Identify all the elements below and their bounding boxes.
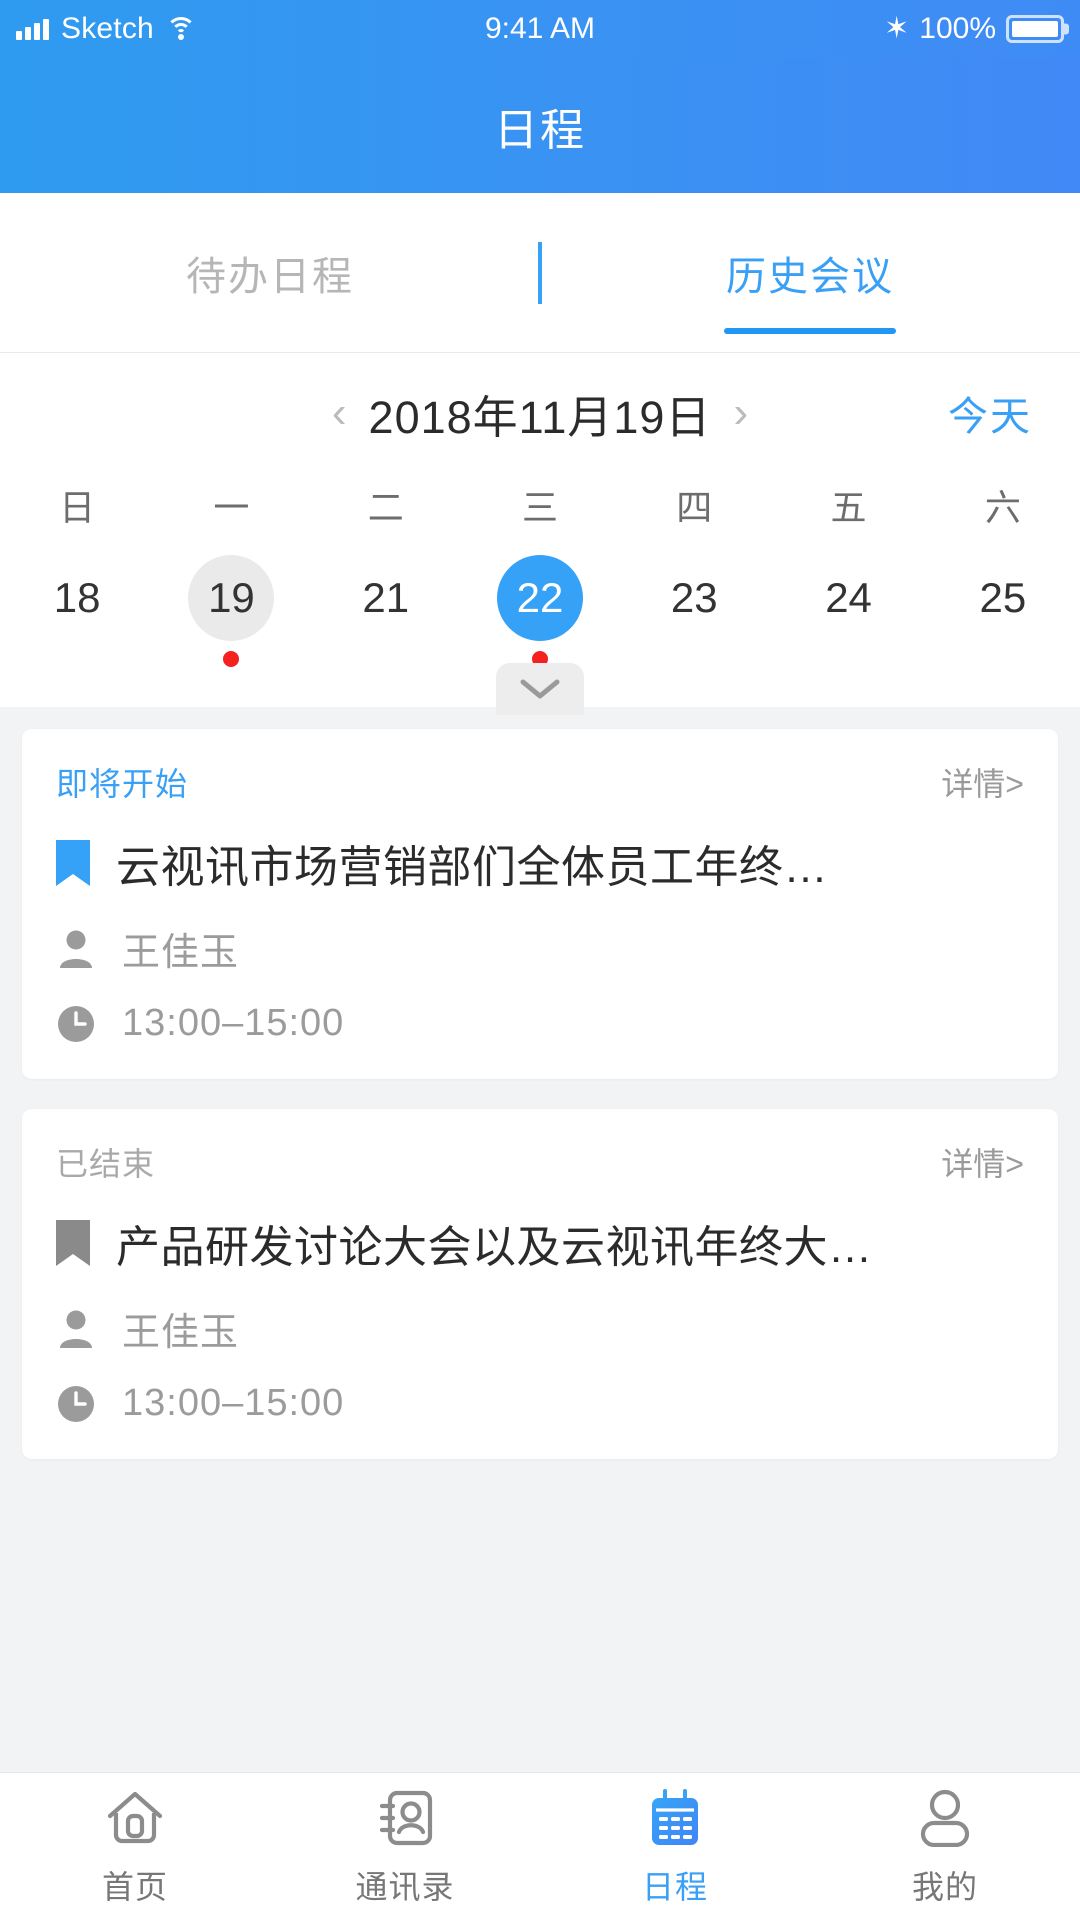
status-badge: 已结束 [56,1146,156,1182]
meeting-time-row: 13:00–15:00 [56,1002,1024,1045]
nav-item-home[interactable]: 首页 [0,1786,270,1908]
chevron-down-icon [520,679,560,699]
nav-item-profile[interactable]: 我的 [810,1786,1080,1908]
day-number: 22 [496,555,583,641]
day-number: 19 [188,555,275,641]
meeting-list: 即将开始 详情> 云视讯市场营销部们全体员工年终… 王佳玉 13:00–15:0… [0,707,1080,1772]
weekday-label: 二 [367,487,404,528]
tab-history-meetings-label: 历史会议 [726,254,894,299]
meeting-title-row: 云视讯市场营销部们全体员工年终… [56,831,1024,895]
meeting-organizer: 王佳玉 [122,1312,240,1354]
profile-icon [913,1786,977,1850]
meeting-organizer: 王佳玉 [122,932,240,974]
detail-link[interactable]: 详情> [941,759,1024,805]
clock-icon [56,1384,96,1424]
weekday-label: 三 [521,487,558,528]
chevron-left-icon[interactable]: ‹ [310,391,369,435]
meeting-title: 云视讯市场营销部们全体员工年终… [116,843,828,892]
calendar-icon [643,1786,707,1850]
battery-percent-label: 100% [919,12,996,45]
day-cell[interactable]: 21 [309,555,463,667]
bookmark-icon [56,1220,90,1266]
day-cell[interactable]: 24 [771,555,925,667]
meeting-time: 13:00–15:00 [122,1002,345,1044]
day-number: 18 [53,574,101,621]
event-dot [223,651,240,667]
nav-item-contacts-label: 通讯录 [355,1868,455,1905]
day-number-row: 18 19 21 22 23 24 25 [0,555,1080,667]
date-navigation: ‹ 2018年11月19日 › 今天 [0,367,1080,459]
day-cell-selected[interactable]: 22 [463,555,617,667]
day-number: 23 [670,574,718,621]
contacts-icon [373,1786,437,1850]
date-strip: ‹ 2018年11月19日 › 今天 日 一 二 三 四 五 六 18 19 2… [0,353,1080,715]
bookmark-icon [56,840,90,886]
clock-icon [56,1004,96,1044]
meeting-organizer-row: 王佳玉 [56,1301,1024,1356]
meeting-card-header: 即将开始 详情> [56,759,1024,805]
tab-divider [538,241,542,304]
weekday-header-row: 日 一 二 三 四 五 六 [0,479,1080,531]
current-date-label[interactable]: 2018年11月19日 [369,381,712,446]
home-icon [103,1786,167,1850]
status-bar-right: ✶ 100% [884,12,1064,46]
meeting-card-header: 已结束 详情> [56,1139,1024,1185]
tab-pending-schedule[interactable]: 待办日程 [0,193,540,352]
tab-pending-schedule-underline [184,328,356,334]
nav-item-profile-label: 我的 [911,1868,978,1905]
app-header: 日程 [0,58,1080,193]
status-bar: Sketch 9:41 AM ✶ 100% [0,0,1080,58]
calendar-expand-wrap [0,663,1080,715]
day-cell[interactable]: 23 [617,555,771,667]
battery-full-icon [1006,15,1064,43]
day-number: 24 [825,574,872,621]
app-root: Sketch 9:41 AM ✶ 100% 日程 待办日程 历史会议 ‹ 201… [0,0,1080,1920]
nav-item-home-label: 首页 [101,1868,168,1905]
day-number: 25 [979,574,1027,621]
tab-history-meetings[interactable]: 历史会议 [540,193,1080,352]
meeting-card[interactable]: 即将开始 详情> 云视讯市场营销部们全体员工年终… 王佳玉 13:00–15:0… [22,729,1058,1079]
day-cell[interactable]: 19 [154,555,308,667]
person-icon [56,1309,96,1349]
chevron-right-icon[interactable]: › [711,391,770,435]
tab-pending-schedule-label: 待办日程 [186,254,354,299]
today-button[interactable]: 今天 [948,384,1032,442]
tab-history-meetings-underline [724,328,896,334]
meeting-title: 产品研发讨论大会以及云视讯年终大… [116,1223,873,1272]
day-number: 21 [362,574,410,621]
meeting-title-row: 产品研发讨论大会以及云视讯年终大… [56,1211,1024,1275]
weekday-label: 日 [59,487,96,528]
nav-item-schedule[interactable]: 日程 [540,1786,810,1908]
nav-item-contacts[interactable]: 通讯录 [270,1786,540,1908]
segment-tabs: 待办日程 历史会议 [0,193,1080,353]
meeting-card[interactable]: 已结束 详情> 产品研发讨论大会以及云视讯年终大… 王佳玉 13:00–15:0… [22,1109,1058,1459]
day-cell[interactable]: 25 [926,555,1080,667]
page-title: 日程 [494,105,586,155]
meeting-time-row: 13:00–15:00 [56,1382,1024,1425]
nav-item-schedule-label: 日程 [641,1868,708,1905]
bottom-navigation: 首页 通讯录 日程 我的 [0,1772,1080,1920]
weekday-label: 一 [213,487,250,528]
weekday-label: 四 [676,487,713,528]
status-badge: 即将开始 [56,766,189,802]
meeting-time: 13:00–15:00 [122,1382,345,1424]
bluetooth-icon: ✶ [884,12,910,45]
weekday-label: 五 [830,487,867,528]
weekday-label: 六 [984,487,1021,528]
person-icon [56,929,96,969]
calendar-expand-button[interactable] [496,663,584,715]
day-cell[interactable]: 18 [0,555,154,667]
meeting-organizer-row: 王佳玉 [56,921,1024,976]
detail-link[interactable]: 详情> [941,1139,1024,1185]
